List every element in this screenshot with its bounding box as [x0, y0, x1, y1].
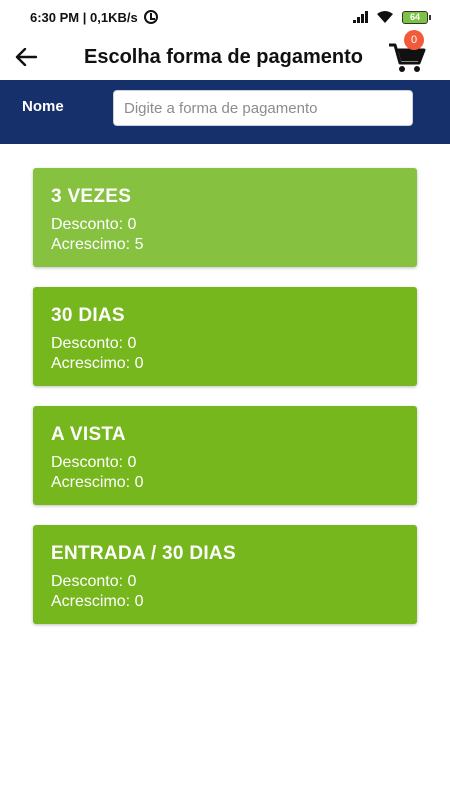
surcharge-value: 0 [134, 474, 144, 491]
surcharge-line: Acrescimo: 0 [51, 473, 399, 493]
payment-option-card[interactable]: 30 DIAS Desconto: 0 Acrescimo: 0 [33, 287, 417, 386]
discount-value: 0 [127, 216, 137, 233]
discount-value: 0 [127, 573, 137, 590]
payment-option-name: ENTRADA / 30 DIAS [51, 543, 236, 564]
surcharge-value: 0 [134, 593, 144, 610]
status-left: 6:30 PM | 0,1KB/s [30, 10, 158, 25]
payment-option-name: A VISTA [51, 424, 126, 445]
discount-label: Desconto: [51, 454, 124, 471]
surcharge-value: 0 [134, 355, 144, 372]
page-title: Escolha forma de pagamento [84, 45, 363, 68]
surcharge-label: Acrescimo: [51, 236, 131, 253]
cart-count-badge: 0 [404, 30, 424, 50]
surcharge-value: 5 [134, 236, 144, 253]
payment-search-input[interactable] [113, 90, 413, 126]
surcharge-line: Acrescimo: 0 [51, 592, 399, 612]
surcharge-label: Acrescimo: [51, 593, 131, 610]
filter-label: Nome [22, 98, 64, 115]
surcharge-label: Acrescimo: [51, 474, 131, 491]
wifi-icon [377, 11, 393, 23]
payment-option-name: 30 DIAS [51, 305, 125, 326]
back-button[interactable] [2, 34, 50, 80]
payment-option-card[interactable]: ENTRADA / 30 DIAS Desconto: 0 Acrescimo:… [33, 525, 417, 624]
discount-label: Desconto: [51, 335, 124, 352]
signal-icon [353, 11, 368, 23]
surcharge-line: Acrescimo: 5 [51, 235, 399, 255]
filter-bar: Nome [0, 80, 450, 144]
cart-button[interactable]: 0 [384, 30, 434, 80]
battery-level: 64 [409, 12, 420, 22]
discount-value: 0 [127, 335, 137, 352]
discount-line: Desconto: 0 [51, 572, 399, 592]
payment-option-name: 3 VEZES [51, 186, 132, 207]
discount-line: Desconto: 0 [51, 334, 399, 354]
status-time-speed: 6:30 PM | 0,1KB/s [30, 9, 138, 25]
status-right: 64 [353, 10, 431, 24]
payment-option-list: 3 VEZES Desconto: 0 Acrescimo: 5 30 DIAS… [33, 168, 417, 644]
discount-line: Desconto: 0 [51, 215, 399, 235]
surcharge-line: Acrescimo: 0 [51, 354, 399, 374]
discount-line: Desconto: 0 [51, 453, 399, 473]
discount-label: Desconto: [51, 573, 124, 590]
payment-option-card[interactable]: 3 VEZES Desconto: 0 Acrescimo: 5 [33, 168, 417, 267]
payment-option-card[interactable]: A VISTA Desconto: 0 Acrescimo: 0 [33, 406, 417, 505]
arrow-back-icon [15, 48, 37, 66]
alarm-icon [143, 10, 158, 24]
battery-icon: 64 [402, 10, 431, 24]
discount-value: 0 [127, 454, 137, 471]
status-bar: 6:30 PM | 0,1KB/s 64 [0, 0, 450, 34]
app-bar: Escolha forma de pagamento 0 [0, 30, 450, 80]
discount-label: Desconto: [51, 216, 124, 233]
surcharge-label: Acrescimo: [51, 355, 131, 372]
